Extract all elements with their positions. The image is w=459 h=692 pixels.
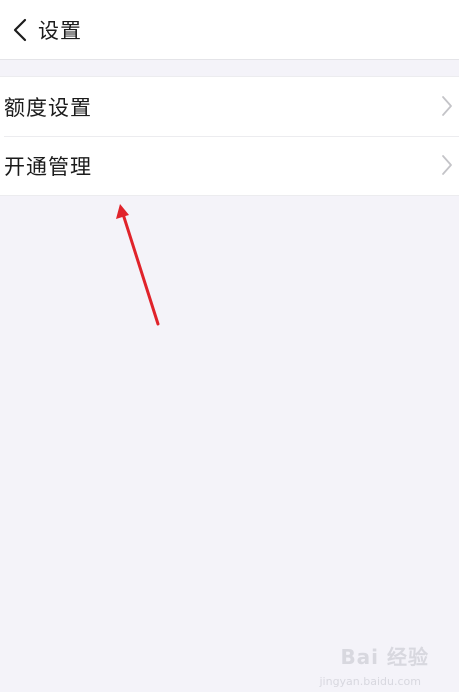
page-title: 设置 — [38, 18, 82, 43]
list-item-label: 额度设置 — [4, 95, 92, 120]
watermark-url: jingyan.baidu.com — [319, 675, 421, 688]
list-item-activation-management[interactable]: 开通管理 — [0, 136, 459, 195]
list-item-quota-settings[interactable]: 额度设置 — [0, 77, 459, 136]
chevron-left-icon — [13, 18, 27, 41]
settings-list: 额度设置 开通管理 — [0, 76, 459, 196]
back-button[interactable] — [0, 0, 36, 60]
list-item-label: 开通管理 — [4, 154, 92, 179]
nav-bar: 设置 — [0, 0, 459, 60]
chevron-right-icon — [442, 155, 452, 175]
watermark-logo: Bai 经验 — [340, 645, 429, 669]
chevron-right-icon — [442, 96, 452, 116]
settings-page: 设置 额度设置 开通管理 Bai 经验 jingyan.baidu.com — [0, 0, 459, 692]
